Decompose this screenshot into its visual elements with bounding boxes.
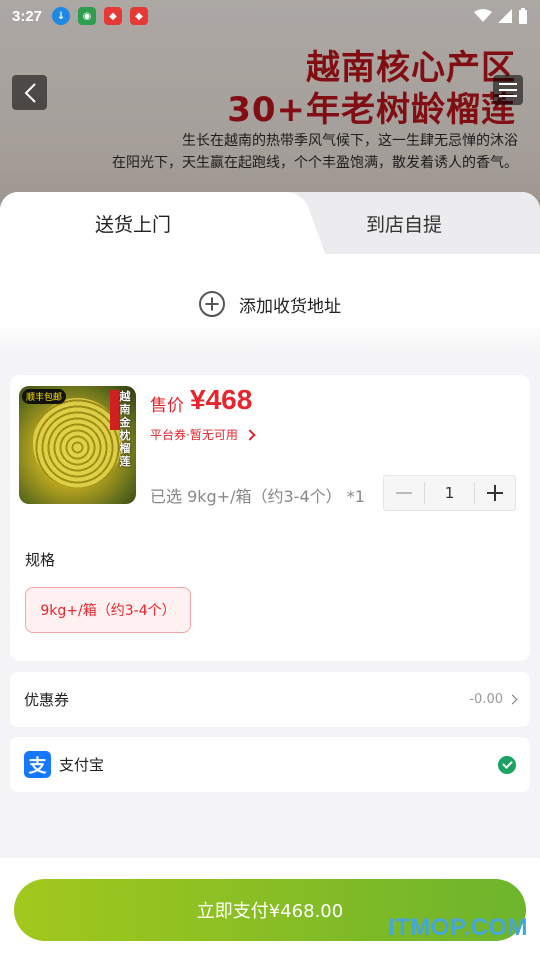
status-bar: 3:27 ↓ ◉ ◆ ◆: [0, 0, 540, 32]
battery-icon: [519, 8, 527, 24]
delivery-tabs: 送货上门 到店自提: [0, 192, 540, 254]
menu-button[interactable]: [493, 75, 523, 105]
durian-illustration: [33, 398, 122, 488]
coupon-value: -0.00: [469, 692, 503, 707]
price-label: 售价: [150, 396, 184, 416]
signal-icon: [498, 9, 512, 23]
check-circle-icon: [498, 755, 516, 774]
tab-store-pickup[interactable]: 到店自提: [366, 210, 442, 237]
watermark-logo: ITMOP.COM: [387, 914, 528, 941]
add-address-label: 添加收货地址: [239, 296, 341, 317]
platform-coupon-link[interactable]: 平台券·暂无可用: [150, 426, 256, 443]
product-card: 顺丰包邮 越南金枕榴莲 售价 ¥468 平台券·暂无可用 已选 9kg+/箱（约…: [10, 375, 530, 661]
payment-label: 支付宝: [59, 756, 105, 774]
add-circle-icon: [199, 291, 225, 317]
chevron-left-icon: [24, 82, 36, 103]
image-stamp-text: 越南金枕榴莲: [119, 390, 131, 468]
footer-bar: 立即支付¥468.00 ITMOP.COM: [0, 858, 540, 960]
payment-method-alipay[interactable]: 支 支付宝: [10, 737, 530, 792]
status-time: 3:27: [12, 7, 43, 25]
download-icon: ↓: [52, 7, 71, 25]
coupon-label: 优惠券: [24, 691, 70, 709]
quantity-value[interactable]: 1: [424, 482, 475, 504]
selected-variant-text: 已选 9kg+/箱（约3-4个） *1: [150, 487, 365, 506]
spec-option-chip[interactable]: 9kg+/箱（约3-4个）: [25, 587, 191, 633]
quantity-stepper: 1: [383, 475, 516, 511]
coupon-row[interactable]: 优惠券 -0.00: [10, 672, 530, 727]
platform-coupon-text: 平台券·暂无可用: [150, 428, 238, 442]
shipping-badge: 顺丰包邮: [22, 389, 67, 404]
coupon-value-group: -0.00: [469, 692, 518, 707]
product-image: 顺丰包邮 越南金枕榴莲: [19, 386, 136, 504]
add-address-button[interactable]: 添加收货地址: [0, 254, 540, 354]
price-value: ¥468: [190, 384, 253, 415]
tab-home-delivery[interactable]: 送货上门: [95, 210, 171, 237]
wifi-icon: [474, 9, 492, 22]
increase-button[interactable]: [475, 476, 515, 510]
chevron-right-icon: [507, 694, 518, 705]
alipay-icon: 支: [24, 751, 51, 778]
chevron-right-icon: [244, 428, 256, 441]
app-notification-icon: ◉: [78, 7, 97, 25]
decrease-button[interactable]: [384, 476, 424, 510]
app-notification-icon: ◆: [130, 7, 149, 25]
status-indicators: [474, 8, 528, 24]
back-button[interactable]: [12, 75, 47, 110]
order-sheet: 送货上门 到店自提 添加收货地址 顺丰包邮 越南金枕榴莲 售价 ¥468 平台券…: [0, 192, 540, 960]
spec-title: 规格: [25, 551, 56, 569]
menu-icon: [499, 83, 517, 97]
app-notification-icon: ◆: [104, 7, 123, 25]
